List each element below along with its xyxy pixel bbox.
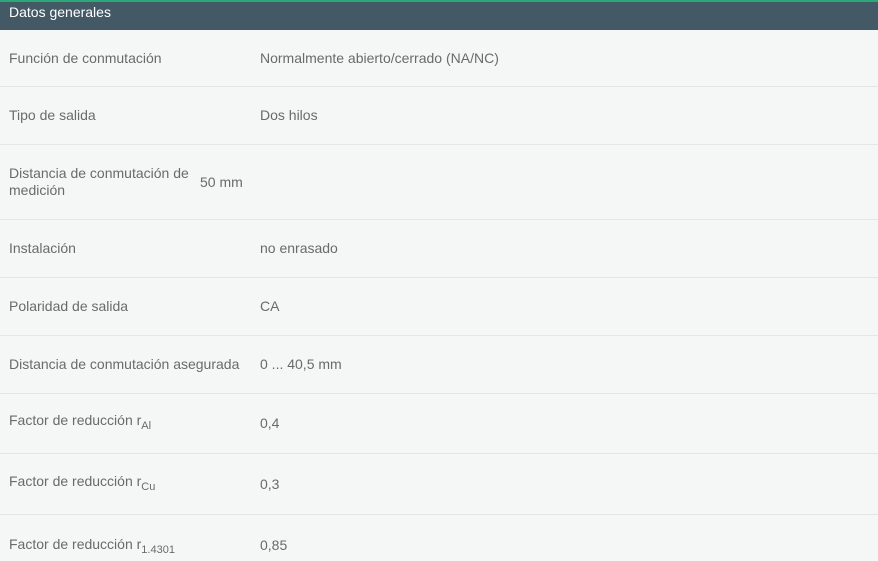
spec-value: Normalmente abierto/cerrado (NA/NC) [260,49,499,66]
general-data-panel: Datos generales Función de conmutación N… [0,0,878,561]
spec-label: Factor de reducción r1.4301 [0,536,260,556]
spec-value: 0,3 [260,475,280,492]
spec-label: Factor de reducción rCu [0,472,260,493]
spec-row-reduction-factor-al: Factor de reducción rAl 0,4 [0,394,878,454]
spec-row-output-type: Tipo de salida Dos hilos [0,87,878,145]
spec-row-reduction-factor-cu: Factor de reducción rCu 0,3 [0,454,878,515]
spec-value: 0,4 [260,415,280,431]
spec-value: 0 ... 40,5 mm [260,356,342,372]
spec-label: Instalación [9,240,76,256]
spec-label: Polaridad de salida [9,298,129,314]
spec-label-text: Factor de reducción r [9,412,142,428]
spec-row-assured-distance: Distancia de conmutación asegurada 0 ...… [0,336,878,394]
spec-row-installation: Instalación no enrasado [0,220,878,278]
spec-value: no enrasado [260,240,338,256]
spec-label-text: Factor de reducción r [9,472,142,489]
spec-label: Función de conmutación [9,49,162,66]
spec-value: 0,85 [260,537,288,553]
spec-label: Tipo de salida [9,107,96,123]
spec-label-subscript: 1.4301 [141,544,175,556]
spec-value: Dos hilos [260,107,318,123]
spec-label: Factor de reducción rAl [0,412,260,432]
section-title: Datos generales [9,4,111,20]
spec-label-subscript: Al [141,420,152,432]
spec-label-text: Factor de reducción r [9,536,142,552]
spec-value: 50 mm [200,173,243,190]
spec-table: Función de conmutación Normalmente abier… [0,30,878,561]
spec-row-reduction-factor-14301: Factor de reducción r1.4301 0,85 [0,515,878,561]
spec-row-measuring-distance: Distancia de conmutación de medición 50 … [0,145,878,220]
spec-label: Distancia de conmutación asegurada [9,356,240,372]
spec-value: CA [260,298,280,314]
spec-row-switching-function: Función de conmutación Normalmente abier… [0,30,878,87]
spec-row-output-polarity: Polaridad de salida CA [0,278,878,336]
section-header: Datos generales [0,2,878,30]
spec-label-subscript: Cu [141,480,156,493]
